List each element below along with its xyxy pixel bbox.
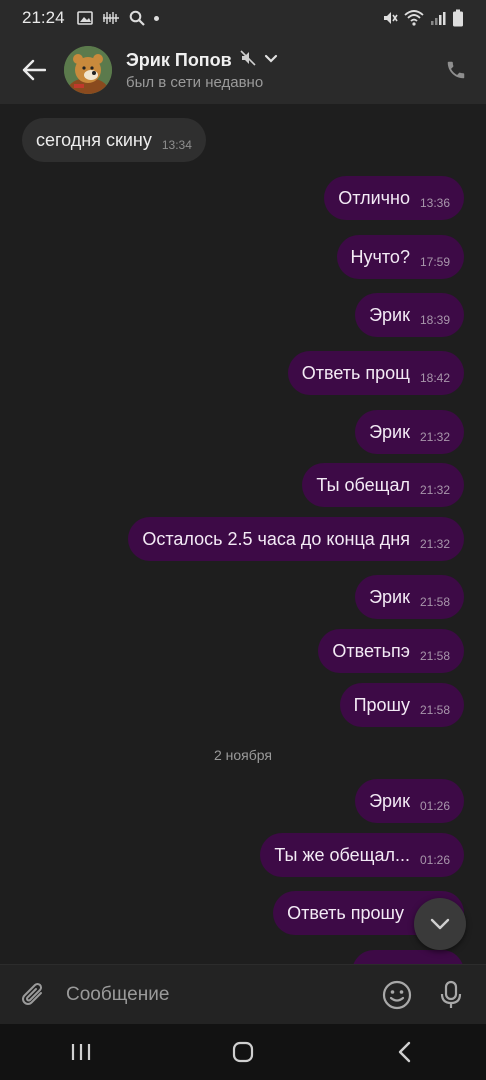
dot-icon	[153, 15, 159, 21]
message-time: 21:58	[419, 595, 450, 609]
message-bubble[interactable]: Эрик 21:32	[355, 410, 464, 454]
message-bubble[interactable]: Эрик 21:58	[355, 575, 464, 619]
message-composer: Сообщение	[0, 964, 486, 1024]
message-bubble[interactable]: Ты же обещал... 01:26	[260, 833, 464, 877]
message-time: 18:42	[419, 371, 450, 385]
status-time: 21:24	[22, 8, 65, 27]
message-text: Ответь прощ	[301, 362, 410, 383]
signal-icon	[430, 10, 446, 26]
message-text: Эрик	[369, 586, 410, 607]
message-time: 21:32	[419, 430, 450, 444]
message-text: Ответьпэ	[332, 640, 410, 661]
message-time: 21:58	[419, 703, 450, 717]
message-bubble[interactable]: Осталось 2.5 часа до конца дня 21:32	[128, 517, 464, 561]
message-text: Ты же обещал...	[274, 844, 410, 865]
paperclip-icon[interactable]	[18, 979, 50, 1011]
search-icon	[129, 10, 145, 26]
recent-apps-icon[interactable]	[51, 1032, 111, 1072]
message-bubble[interactable]: Отлично 13:36	[324, 176, 464, 220]
message-text: Нучто?	[350, 246, 410, 267]
mute-icon	[382, 10, 398, 26]
date-separator: 2 ноября	[213, 747, 272, 763]
message-text: Отлично	[338, 187, 410, 208]
message-time: 01:26	[419, 853, 450, 867]
message-time: 13:36	[419, 196, 450, 210]
image-icon	[76, 11, 93, 25]
message-time: 13:34	[161, 138, 192, 152]
voicemail-icon	[102, 11, 120, 25]
message-time: 21:32	[419, 483, 450, 497]
message-bubble[interactable]: Прошу 21:58	[339, 683, 464, 727]
message-time: 18:39	[419, 313, 450, 327]
scroll-down-button[interactable]	[414, 898, 466, 950]
battery-icon	[452, 9, 464, 27]
system-nav-bar	[0, 1024, 486, 1080]
message-text: Эрик	[369, 790, 410, 811]
message-text: Прошу	[353, 694, 410, 715]
muted-speaker-icon	[240, 49, 256, 71]
message-bubble[interactable]: Эрик 01:26	[355, 779, 464, 823]
emoji-icon[interactable]	[380, 978, 414, 1012]
message-text: Осталось 2.5 часа до конца дня	[142, 528, 410, 549]
message-list[interactable]: сегодня скину 13:34 Отлично 13:36 Нучто?…	[0, 104, 486, 964]
message-bubble[interactable]: Ты обещал 21:32	[302, 463, 464, 507]
chat-header: Эрик Попов был в сети недавно	[0, 36, 486, 104]
message-bubble[interactable]	[352, 950, 464, 964]
message-time: 17:59	[419, 255, 450, 269]
contact-name[interactable]: Эрик Попов	[126, 50, 232, 71]
message-time: 01:26	[419, 799, 450, 813]
back-nav-icon[interactable]	[375, 1032, 435, 1072]
message-text: Ты обещал	[316, 474, 410, 495]
message-input[interactable]: Сообщение	[66, 984, 360, 1006]
message-text: Ответь прошу	[287, 902, 404, 923]
message-time: 21:32	[419, 537, 450, 551]
message-bubble[interactable]: сегодня скину 13:34	[22, 118, 206, 162]
phone-icon[interactable]	[442, 56, 470, 84]
contact-status: был в сети недавно	[126, 73, 264, 91]
wifi-icon	[404, 10, 424, 26]
status-bar: 21:24	[0, 0, 486, 36]
message-text: Эрик	[369, 304, 410, 325]
message-bubble[interactable]: Ответь прощ 18:42	[287, 351, 464, 395]
message-bubble[interactable]: Нучто? 17:59	[336, 235, 464, 279]
message-text: Эрик	[369, 421, 410, 442]
message-time: 21:58	[419, 649, 450, 663]
home-icon[interactable]	[213, 1032, 273, 1072]
message-bubble[interactable]: Эрик 18:39	[355, 293, 464, 337]
message-text: сегодня скину	[36, 129, 152, 150]
chevron-down-icon[interactable]	[264, 51, 278, 69]
back-arrow-icon[interactable]	[18, 54, 50, 86]
avatar[interactable]	[64, 46, 112, 94]
message-bubble[interactable]: Ответьпэ 21:58	[318, 629, 464, 673]
microphone-icon[interactable]	[434, 978, 468, 1012]
